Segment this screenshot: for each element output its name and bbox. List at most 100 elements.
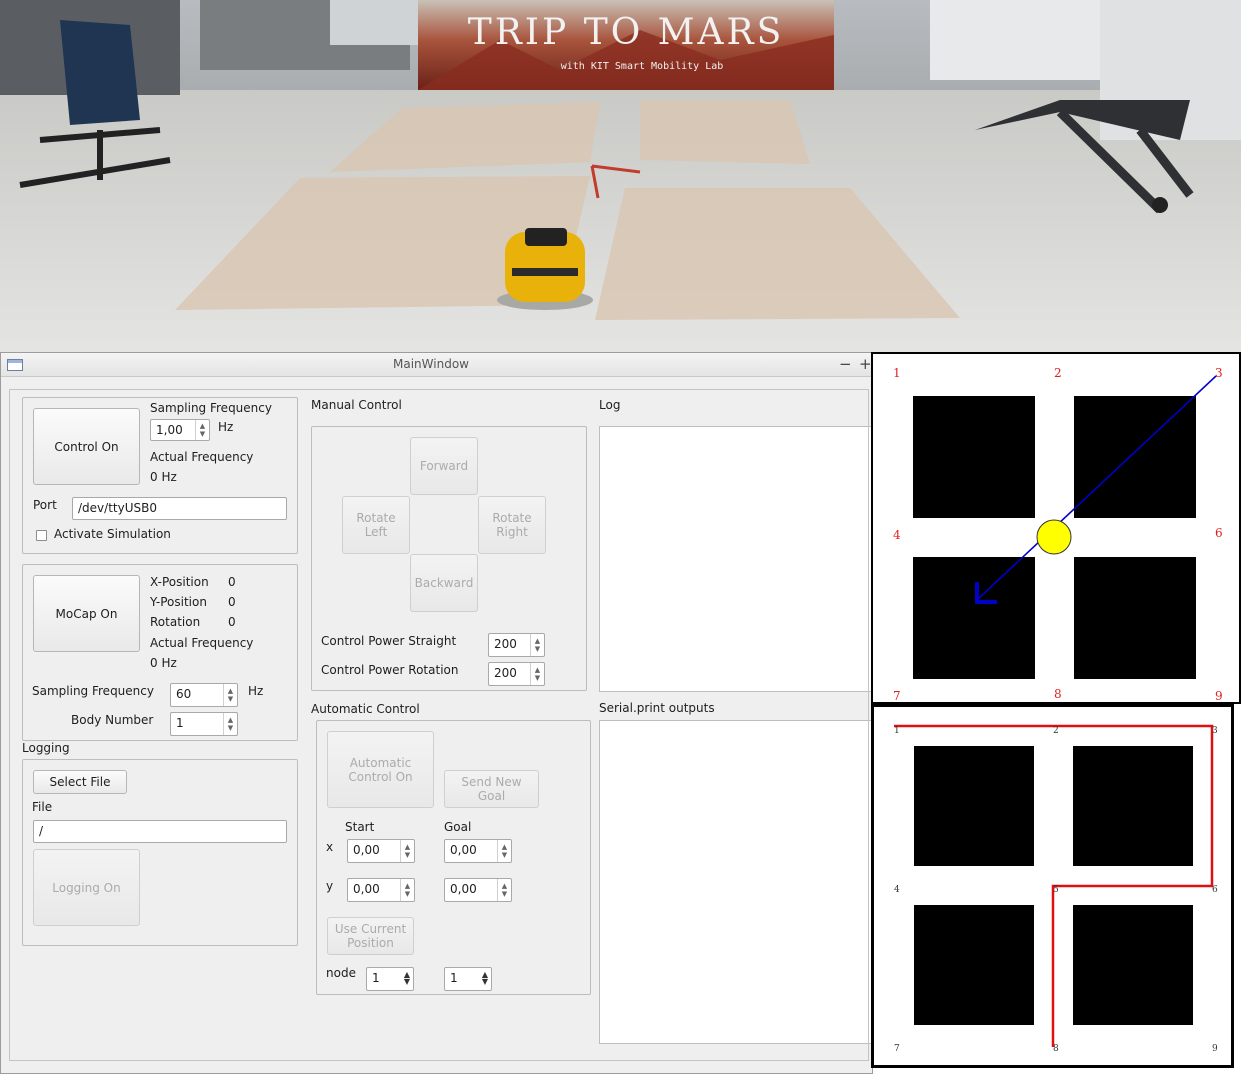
- map-node-label: 8: [1053, 1044, 1059, 1054]
- logging-on-button[interactable]: Logging On: [33, 849, 140, 926]
- send-new-goal-button[interactable]: Send New Goal: [444, 770, 539, 808]
- body-number-spinbox[interactable]: 1 ▲ ▼: [170, 712, 238, 736]
- serial-output-textarea[interactable]: [599, 720, 872, 1044]
- map-node-label: 6: [1215, 526, 1223, 540]
- spin-arrows-icon[interactable]: ▲ ▼: [530, 663, 544, 685]
- spin-arrows-icon[interactable]: ▲ ▼: [400, 879, 414, 901]
- goal-label: Goal: [444, 820, 472, 834]
- start-y-spinbox[interactable]: 0,00 ▲ ▼: [347, 878, 415, 902]
- lab-photo: TRIP TO MARS with KIT Smart Mobility Lab: [0, 0, 1241, 352]
- maximize-button[interactable]: +: [859, 355, 872, 373]
- power-straight-label: Control Power Straight: [321, 634, 457, 648]
- backward-button[interactable]: Backward: [410, 554, 478, 612]
- power-rotation-value: 200: [494, 666, 517, 680]
- y-position-label: Y-Position: [150, 595, 207, 609]
- serial-group: Control On Sampling Frequency 1,00 ▲ ▼ Hz…: [22, 397, 298, 554]
- spin-arrows-icon[interactable]: ▲ ▼: [223, 713, 237, 735]
- map-node-label: 3: [1212, 726, 1218, 736]
- goal-node-combobox[interactable]: 1 ▲ ▼: [444, 967, 492, 991]
- control-on-button[interactable]: Control On: [33, 408, 140, 485]
- mocap-sampling-frequency-unit: Hz: [248, 684, 264, 698]
- mocap-actual-frequency-value: 0 Hz: [150, 656, 177, 670]
- logging-title: Logging: [22, 741, 70, 755]
- power-straight-spinbox[interactable]: 200 ▲ ▼: [488, 633, 545, 657]
- start-node-combobox[interactable]: 1 ▲ ▼: [366, 967, 414, 991]
- main-window: MainWindow − + Control On Sampling Frequ…: [0, 352, 873, 1074]
- banner-title: TRIP TO MARS: [468, 12, 785, 53]
- activate-simulation-label: Activate Simulation: [54, 527, 171, 541]
- window-title: MainWindow: [393, 357, 469, 371]
- spin-arrows-icon[interactable]: ▲ ▼: [223, 684, 237, 706]
- sampling-frequency-spinbox[interactable]: 1,00 ▲ ▼: [150, 419, 210, 441]
- title-bar[interactable]: MainWindow − +: [1, 353, 872, 377]
- manual-control-title: Manual Control: [311, 398, 402, 412]
- goal-x-spinbox[interactable]: 0,00 ▲ ▼: [444, 839, 512, 863]
- map-node-label: 9: [1215, 689, 1223, 703]
- logging-group: Select File File / Logging On: [22, 759, 298, 946]
- start-node-value: 1: [372, 971, 380, 985]
- start-x-value: 0,00: [353, 843, 380, 857]
- rotate-right-label-2: Right: [496, 525, 528, 539]
- automatic-control-title: Automatic Control: [311, 702, 420, 716]
- rotate-left-label-2: Left: [364, 525, 388, 539]
- actual-frequency-value: 0 Hz: [150, 470, 177, 484]
- spin-arrows-icon[interactable]: ▲ ▼: [195, 420, 209, 440]
- banner-subtitle: with KIT Smart Mobility Lab: [561, 61, 724, 72]
- use-current-position-button[interactable]: Use Current Position: [327, 917, 414, 955]
- rotate-left-button[interactable]: Rotate Left: [342, 496, 410, 554]
- activate-simulation-checkbox[interactable]: [36, 530, 47, 541]
- map-node-label: 6: [1212, 885, 1218, 895]
- spin-arrows-icon[interactable]: ▲ ▼: [497, 840, 511, 862]
- start-y-value: 0,00: [353, 882, 380, 896]
- map-node-label: 4: [894, 885, 900, 895]
- map-node-label: 7: [893, 689, 901, 703]
- mocap-sampling-frequency-spinbox[interactable]: 60 ▲ ▼: [170, 683, 238, 707]
- use-current-label-2: Position: [347, 936, 394, 950]
- select-file-button[interactable]: Select File: [33, 770, 127, 794]
- x-position-label: X-Position: [150, 575, 209, 589]
- serial-output-title: Serial.print outputs: [599, 701, 715, 715]
- start-x-spinbox[interactable]: 0,00 ▲ ▼: [347, 839, 415, 863]
- actual-frequency-label: Actual Frequency: [150, 450, 254, 464]
- map-path-view: 1 2 3 4 5 6 7 8 9: [871, 704, 1234, 1068]
- minimize-button[interactable]: −: [839, 355, 852, 373]
- forward-button[interactable]: Forward: [410, 437, 478, 495]
- rotation-value: 0: [228, 615, 236, 629]
- mocap-group: MoCap On X-Position 0 Y-Position 0 Rotat…: [22, 564, 298, 741]
- rotate-right-button[interactable]: Rotate Right: [478, 496, 546, 554]
- heading-line: [976, 375, 1217, 601]
- spin-arrows-icon[interactable]: ▲ ▼: [530, 634, 544, 656]
- chevron-updown-icon[interactable]: ▲ ▼: [404, 971, 410, 986]
- automatic-control-group: Automatic Control On Send New Goal Start…: [316, 720, 591, 995]
- power-straight-value: 200: [494, 637, 517, 651]
- map-node-label: 1: [894, 726, 900, 736]
- rotation-label: Rotation: [150, 615, 201, 629]
- send-goal-label-2: Goal: [477, 789, 506, 803]
- sampling-frequency-value: 1,00: [156, 423, 183, 437]
- rotate-left-label-1: Rotate: [356, 511, 396, 525]
- spin-arrows-icon[interactable]: ▲ ▼: [497, 879, 511, 901]
- spin-arrows-icon[interactable]: ▲ ▼: [400, 840, 414, 862]
- auto-label-1: Automatic: [349, 755, 412, 770]
- chevron-updown-icon[interactable]: ▲ ▼: [482, 971, 488, 986]
- log-textarea[interactable]: [599, 426, 872, 692]
- mocap-on-button[interactable]: MoCap On: [33, 575, 140, 652]
- lab-photo-drawing: TRIP TO MARS with KIT Smart Mobility Lab: [0, 0, 1241, 352]
- map-node-label: 2: [1053, 726, 1059, 736]
- file-path-input[interactable]: /: [33, 820, 287, 843]
- port-input[interactable]: /dev/ttyUSB0: [72, 497, 287, 520]
- goal-y-spinbox[interactable]: 0,00 ▲ ▼: [444, 878, 512, 902]
- body-number-value: 1: [176, 716, 184, 730]
- use-current-label-1: Use Current: [334, 922, 407, 936]
- x-position-value: 0: [228, 575, 236, 589]
- goal-y-value: 0,00: [450, 882, 477, 896]
- map-node-label: 2: [1054, 366, 1062, 380]
- automatic-control-button[interactable]: Automatic Control On: [327, 731, 434, 808]
- start-label: Start: [345, 820, 375, 834]
- map-node-label: 4: [893, 528, 901, 542]
- node-label: node: [326, 966, 356, 980]
- robot-heading-overlay: [975, 375, 1217, 604]
- log-title: Log: [599, 398, 621, 412]
- power-rotation-spinbox[interactable]: 200 ▲ ▼: [488, 662, 545, 686]
- mocap-sampling-frequency-label: Sampling Frequency: [32, 684, 154, 698]
